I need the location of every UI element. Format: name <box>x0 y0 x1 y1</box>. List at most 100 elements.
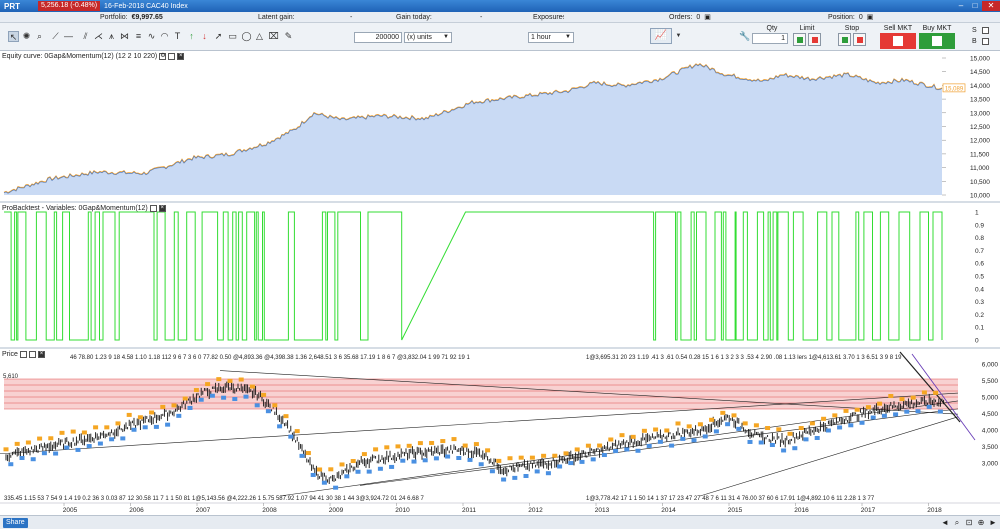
minimize-icon[interactable]: – <box>954 1 968 11</box>
sell-marker <box>574 447 580 452</box>
close-icon[interactable]: ✕ <box>982 1 1000 11</box>
portfolio-field: Portfolio: €9,997.65 <box>100 14 163 21</box>
buy-marker <box>758 440 764 445</box>
position-field[interactable]: Position: 0 ▣ <box>828 13 874 22</box>
magnet-tool-icon[interactable]: ✺ <box>21 31 32 42</box>
buy-marker <box>601 453 607 458</box>
eraser-tool-icon[interactable]: ⌧ <box>268 31 279 42</box>
sell-settings-icon[interactable] <box>982 27 989 34</box>
buy-marker <box>30 457 36 462</box>
buy-marker <box>411 459 417 464</box>
fibonacci-tool-icon[interactable]: ∿ <box>146 31 157 42</box>
buy-marker <box>131 427 137 432</box>
buy-icon <box>932 36 942 46</box>
zoom-panel-icon[interactable] <box>28 351 36 358</box>
x-tick-label: 2015 <box>728 507 743 514</box>
sell-marker <box>272 403 278 408</box>
sell-marker <box>753 423 759 428</box>
brush-tool-icon[interactable]: ✎ <box>283 31 294 42</box>
sell-marker <box>720 410 726 415</box>
share-label: Share <box>6 519 25 526</box>
probacktest-panel: ProBacktest - Variables: 0Gap&Momentum(1… <box>0 204 1000 347</box>
fan-tool-icon[interactable]: ⋌ <box>93 31 104 42</box>
cycle-tool-icon[interactable]: ◠ <box>159 31 170 42</box>
horizontal-line-icon[interactable]: — <box>63 31 74 42</box>
buy-marker <box>512 475 518 480</box>
panel-divider[interactable] <box>0 201 1000 203</box>
y-tick-label: 11,000 <box>970 165 990 172</box>
trade-annotations-top-right: 1@3,695.31 20 23 1.19 .41 3 .61 0.54 0.2… <box>586 355 902 361</box>
sell-marker <box>59 430 65 435</box>
buy-marker <box>120 436 126 441</box>
buy-settings-icon[interactable] <box>982 38 989 45</box>
text-tool-icon[interactable]: T <box>172 31 183 42</box>
units-select[interactable]: (x) units ▼ <box>404 32 452 43</box>
limit-sell-button[interactable] <box>808 33 821 46</box>
buy-marker <box>265 409 271 414</box>
sell-marker <box>93 425 99 430</box>
pitchfork-tool-icon[interactable]: ⩚ <box>106 31 117 42</box>
maximize-panel-icon[interactable] <box>168 53 176 60</box>
zoom-tool-icon[interactable]: ⌕ <box>34 31 45 42</box>
segment-tool-icon[interactable]: ⟋ <box>50 31 61 42</box>
arrow-tool-icon[interactable]: ➚ <box>213 31 224 42</box>
cursor-tool-icon[interactable]: ↖ <box>8 31 19 42</box>
sell-marker <box>339 462 345 467</box>
close-panel-icon[interactable]: × <box>177 53 185 60</box>
close-panel-icon[interactable]: × <box>37 351 45 358</box>
timeframe-select[interactable]: 1 hour ▼ <box>528 32 574 43</box>
settings-icon[interactable] <box>19 351 27 358</box>
buy-marker <box>165 422 171 427</box>
buy-marker <box>557 464 563 469</box>
share-button[interactable]: Share <box>3 518 28 528</box>
rectangle-tool-icon[interactable]: ▭ <box>227 31 238 42</box>
sell-mkt-button[interactable] <box>880 33 916 49</box>
buy-marker <box>501 477 507 482</box>
limit-buy-button[interactable] <box>793 33 806 46</box>
order-qty-input[interactable]: 1 <box>752 33 788 44</box>
wrench-icon[interactable]: 🔧 <box>739 31 750 42</box>
panel-divider[interactable] <box>0 347 1000 349</box>
gann-tool-icon[interactable]: ⋈ <box>119 31 130 42</box>
buy-marker <box>568 461 574 466</box>
sell-icon <box>893 36 903 46</box>
zoom-fit-icon[interactable]: ⊡ <box>964 518 974 528</box>
scroll-right-icon[interactable]: ► <box>988 518 998 528</box>
buy-marker <box>837 425 843 430</box>
channel-tool-icon[interactable]: ⫽ <box>80 31 91 42</box>
buy-mkt-button[interactable] <box>919 33 955 49</box>
sell-marker <box>641 428 647 433</box>
sell-marker <box>3 447 9 452</box>
maximize-panel-icon[interactable] <box>149 205 157 212</box>
indicators-icon[interactable]: 📈 <box>650 28 672 44</box>
maximize-icon[interactable]: □ <box>968 1 982 11</box>
zoom-reset-icon[interactable]: ⊕ <box>976 518 986 528</box>
position-menu-icon[interactable]: ▣ <box>867 13 874 21</box>
retracement-tool-icon[interactable]: ≡ <box>133 31 144 42</box>
settings-icon[interactable]: ⚙ <box>159 53 167 60</box>
account-info-bar: Portfolio: €9,997.65 Latent gain: - Gain… <box>0 12 1000 23</box>
orders-menu-icon[interactable]: ▣ <box>704 13 711 21</box>
triangle-tool-icon[interactable]: △ <box>254 31 265 42</box>
zoom-in-icon[interactable]: ⌕ <box>952 518 962 528</box>
buy-marker <box>624 447 630 452</box>
stop-buy-button[interactable] <box>838 33 851 46</box>
ellipse-tool-icon[interactable]: ◯ <box>241 31 252 42</box>
resistance-band <box>4 379 958 409</box>
sell-marker <box>462 443 468 448</box>
quantity-input[interactable]: 200000 <box>354 32 402 43</box>
arrow-down-tool-icon[interactable]: ↓ <box>199 31 210 42</box>
stop-sell-button[interactable] <box>853 33 866 46</box>
indicators-menu-icon[interactable]: ▼ <box>673 31 684 42</box>
orders-field[interactable]: Orders: 0 ▣ <box>669 13 711 22</box>
app-name: PRT <box>4 1 20 11</box>
zoom-out-icon[interactable]: ◄ <box>940 518 950 528</box>
y-tick-label: 0 <box>975 338 979 345</box>
close-panel-icon[interactable]: × <box>158 205 166 212</box>
buy-marker <box>64 445 70 450</box>
sell-marker <box>451 437 457 442</box>
arrow-up-tool-icon[interactable]: ↑ <box>186 31 197 42</box>
units-select-value: (x) units <box>407 34 432 41</box>
position-label: Position: <box>828 13 855 21</box>
buy-marker <box>344 474 350 479</box>
